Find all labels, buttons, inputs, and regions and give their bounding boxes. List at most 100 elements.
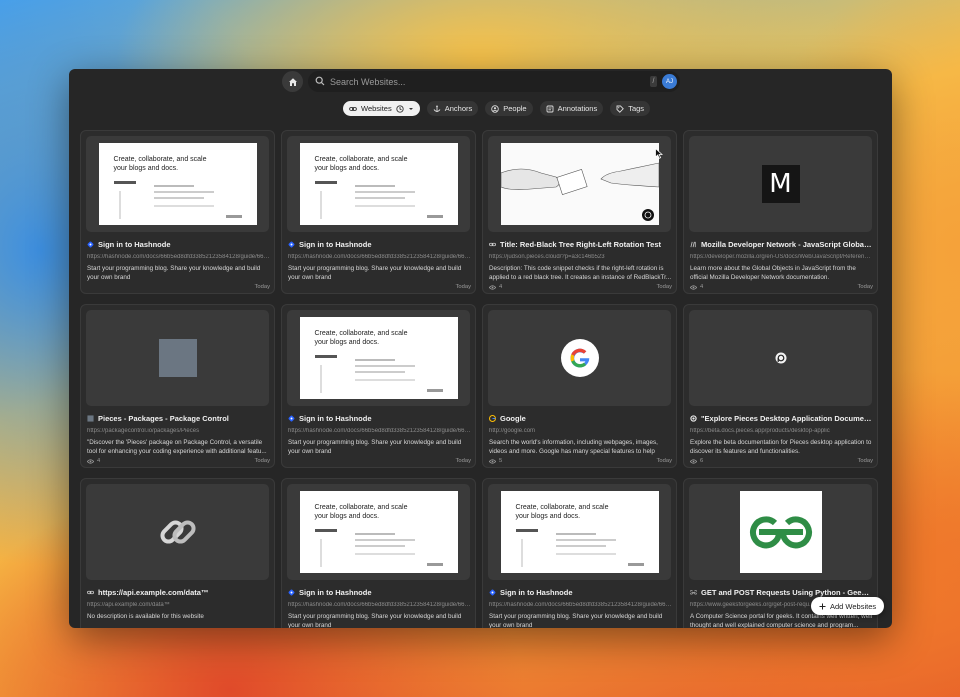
website-thumbnail[interactable] [86, 484, 269, 580]
view-count-value: 6 [700, 458, 704, 464]
website-date: Today [254, 284, 270, 290]
website-description: Search the world's information, includin… [489, 439, 658, 457]
hashnode-icon [288, 589, 295, 596]
website-card[interactable]: "Explore Pieces Desktop Application Docu… [683, 304, 878, 468]
website-title[interactable]: Sign in to Hashnode [87, 239, 270, 250]
search-input[interactable] [330, 74, 630, 89]
website-card[interactable]: Create, collaborate, and scale your blog… [482, 478, 677, 628]
filter-annotations-label: Annotations [557, 104, 598, 113]
website-card[interactable]: Create, collaborate, and scale your blog… [281, 304, 476, 468]
website-title[interactable]: Sign in to Hashnode [288, 413, 471, 424]
view-count: 4 [690, 284, 703, 290]
website-title[interactable]: https://api.example.com/data™ [87, 587, 270, 598]
website-url[interactable]: https://beta.docs.pieces.app/products/de… [690, 428, 873, 437]
view-count: 4 [489, 284, 502, 290]
website-title[interactable]: Sign in to Hashnode [288, 239, 471, 250]
website-card[interactable]: Title: Red-Black Tree Right-Left Rotatio… [482, 130, 677, 294]
website-title[interactable]: Google [489, 413, 672, 424]
website-thumbnail[interactable] [86, 310, 269, 406]
view-count: 5 [489, 458, 502, 464]
chain-link-image [159, 520, 196, 544]
website-url[interactable]: https://hashnode.com/docs/66b5ed8dfd3385… [288, 254, 471, 263]
website-meta: 6 Today [690, 457, 873, 465]
filter-websites-label: Websites [361, 104, 392, 113]
website-url[interactable]: https://packagecontrol.io/packages/Piece… [87, 428, 270, 437]
website-thumbnail[interactable]: M [689, 136, 872, 232]
website-card[interactable]: Create, collaborate, and scale your blog… [80, 130, 275, 294]
website-title[interactable]: Title: Red-Black Tree Right-Left Rotatio… [489, 239, 672, 250]
hashnode-screenshot-form [314, 181, 443, 219]
website-description: Start your programming blog. Share your … [288, 439, 462, 455]
website-url[interactable]: https://judson.pieces.cloud/?p=a3c146b52… [489, 254, 672, 263]
website-card[interactable]: M Mozilla Developer Network - JavaScript … [683, 130, 878, 294]
website-description: A Computer Science portal for geeks. It … [690, 613, 872, 628]
website-title-text: https://api.example.com/data™ [98, 588, 209, 597]
website-card[interactable]: Create, collaborate, and scale your blog… [281, 478, 476, 628]
website-card[interactable]: Google http://google.com Search the world'… [482, 304, 677, 468]
website-thumbnail[interactable] [689, 484, 872, 580]
website-meta: 4 Today [489, 283, 672, 291]
filter-websites[interactable]: Websites [343, 101, 420, 116]
website-thumbnail[interactable]: Create, collaborate, and scale your blog… [86, 136, 269, 232]
link-icon [489, 241, 496, 248]
person-icon [491, 104, 499, 113]
website-thumbnail[interactable] [689, 310, 872, 406]
website-date: Today [857, 458, 873, 464]
filter-tags[interactable]: Tags [610, 101, 651, 116]
view-count: 4 [87, 458, 100, 464]
filter-people[interactable]: People [485, 101, 533, 116]
website-url[interactable]: https://hashnode.com/docs/66b5ed8dfd3385… [87, 254, 270, 263]
website-url[interactable]: https://api.example.com/data™ [87, 602, 270, 611]
website-date: Today [455, 458, 471, 464]
website-card[interactable]: https://api.example.com/data™ https://api… [80, 478, 275, 628]
package-placeholder-image [158, 339, 197, 377]
hashnode-screenshot-headline: Create, collaborate, and scale your blog… [113, 156, 207, 172]
website-title[interactable]: "Explore Pieces Desktop Application Docu… [690, 413, 873, 424]
filter-anchors[interactable]: Anchors [426, 101, 479, 116]
filter-anchors-label: Anchors [444, 104, 473, 113]
view-count: 6 [690, 458, 703, 464]
website-card[interactable]: Pieces - Packages - Package Control https… [80, 304, 275, 468]
view-count-value: 4 [700, 284, 704, 290]
website-thumbnail[interactable]: Create, collaborate, and scale your blog… [287, 310, 470, 406]
mdn-icon [690, 241, 697, 248]
website-title-text: Title: Red-Black Tree Right-Left Rotatio… [500, 240, 661, 249]
website-thumbnail[interactable] [488, 310, 671, 406]
website-title[interactable]: Sign in to Hashnode [288, 587, 471, 598]
hashnode-screenshot-form [314, 529, 443, 567]
red-black-tree-illustration [500, 143, 659, 225]
website-url[interactable]: https://hashnode.com/docs/66b5ed8dfd3385… [489, 602, 672, 611]
hashnode-screenshot-form [515, 529, 644, 567]
pieces-logo-icon [775, 352, 786, 364]
plus-icon [819, 603, 826, 609]
website-thumbnail[interactable] [488, 136, 671, 232]
filter-annotations[interactable]: Annotations [539, 101, 604, 116]
website-thumbnail[interactable]: Create, collaborate, and scale your blog… [488, 484, 671, 580]
website-description: Start your programming blog. Share your … [288, 265, 462, 281]
mouse-cursor-icon [655, 148, 663, 159]
website-title[interactable]: Sign in to Hashnode [489, 587, 672, 598]
website-grid: Create, collaborate, and scale your blog… [80, 130, 879, 628]
tag-icon [616, 105, 625, 113]
website-thumbnail[interactable]: Create, collaborate, and scale your blog… [287, 136, 470, 232]
search-icon [315, 76, 325, 86]
website-title-text: Sign in to Hashnode [299, 588, 372, 597]
website-description: Explore the beta documentation for Piece… [690, 439, 872, 455]
website-url[interactable]: http://google.com [489, 428, 672, 437]
website-url[interactable]: https://developer.mozilla.org/en-US/docs… [690, 254, 873, 263]
hashnode-icon [288, 415, 295, 422]
home-button[interactable] [282, 71, 303, 92]
website-card[interactable]: Create, collaborate, and scale your blog… [281, 130, 476, 294]
website-thumbnail[interactable]: Create, collaborate, and scale your blog… [287, 484, 470, 580]
website-url[interactable]: https://hashnode.com/docs/66b5ed8dfd3385… [288, 428, 471, 437]
website-title[interactable]: Mozilla Developer Network - JavaScript G… [690, 239, 873, 250]
add-websites-button[interactable]: Add Websites [811, 597, 885, 615]
hashnode-screenshot: Create, collaborate, and scale your blog… [299, 317, 458, 399]
website-url[interactable]: https://hashnode.com/docs/66b5ed8dfd3385… [288, 602, 471, 611]
website-description: Learn more about the Global Objects in J… [690, 265, 856, 281]
eye-icon [87, 458, 94, 464]
website-date: Today [455, 284, 471, 290]
website-meta: Today [87, 283, 270, 291]
website-title[interactable]: Pieces - Packages - Package Control [87, 413, 270, 424]
avatar[interactable]: AJ [662, 74, 677, 89]
